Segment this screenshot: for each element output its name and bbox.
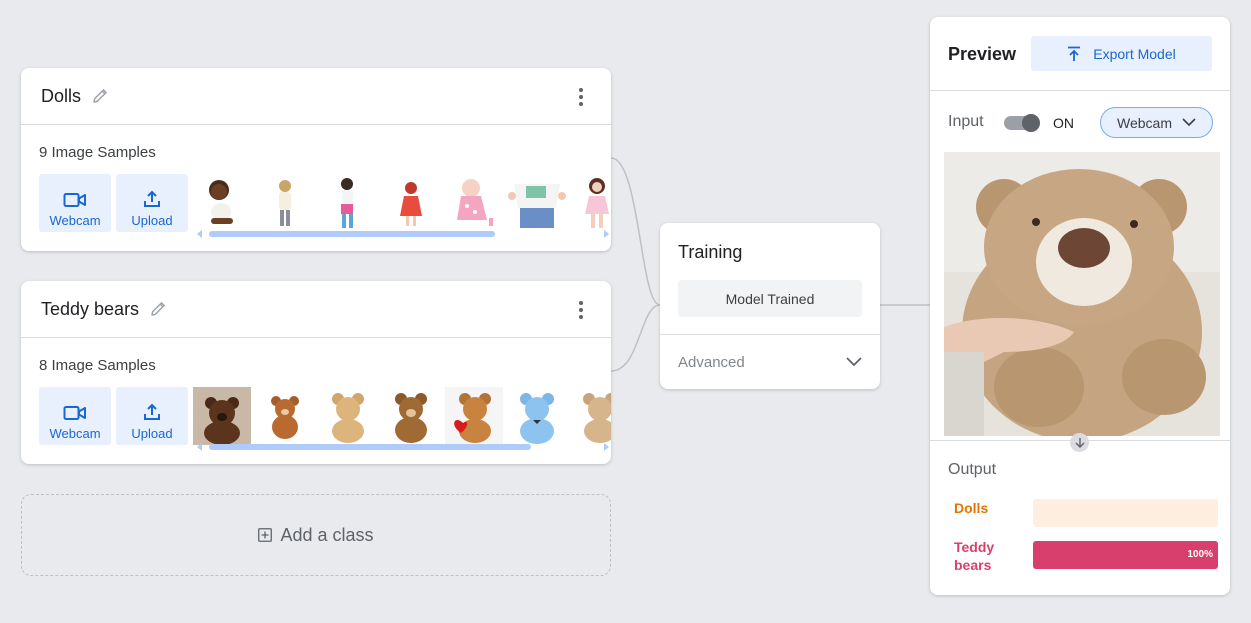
chevron-down-icon — [846, 357, 862, 367]
scrollbar-thumb[interactable] — [209, 231, 495, 237]
more-vert-icon[interactable] — [573, 301, 589, 319]
training-card: Training Model Trained Advanced — [660, 223, 880, 389]
sample-thumb[interactable] — [256, 387, 314, 445]
output-label: Output — [948, 461, 997, 478]
class-card-dolls: Dolls 9 Image Samples Webcam Upload — [21, 68, 611, 251]
thumbnail-scrollbar[interactable] — [197, 443, 609, 451]
sample-thumb[interactable] — [193, 387, 251, 445]
divider — [660, 334, 880, 335]
sample-thumb[interactable] — [445, 174, 503, 232]
samples-count: 9 Image Samples — [39, 144, 156, 161]
confidence-percent: 100% — [1187, 549, 1213, 560]
sample-thumbnails — [193, 387, 611, 445]
add-class-label: Add a class — [280, 524, 374, 545]
more-vert-icon[interactable] — [573, 88, 589, 106]
webcam-label: Webcam — [49, 213, 101, 228]
webcam-preview — [944, 152, 1220, 436]
export-icon — [1068, 46, 1081, 61]
class-name[interactable]: Teddy bears — [41, 299, 139, 320]
input-source-label: Webcam — [1117, 114, 1172, 131]
confidence-bar — [1033, 499, 1218, 527]
class-card-teddy-bears: Teddy bears 8 Image Samples Webcam Uploa… — [21, 281, 611, 464]
preview-panel: Preview Export Model Input ON Webcam Out… — [930, 17, 1230, 595]
thumbnail-scrollbar[interactable] — [197, 230, 609, 238]
webcam-button[interactable]: Webcam — [39, 387, 111, 445]
toggle-state-label: ON — [1053, 115, 1074, 131]
preview-title: Preview — [948, 44, 1017, 64]
sample-thumb[interactable] — [445, 387, 503, 445]
output-class-name: Dolls — [954, 500, 989, 516]
webcam-button[interactable]: Webcam — [39, 174, 111, 232]
scrollbar-thumb[interactable] — [209, 444, 531, 450]
divider — [930, 90, 1230, 91]
upload-label: Upload — [131, 213, 173, 228]
sample-thumb[interactable] — [382, 174, 440, 232]
sample-thumb[interactable] — [508, 174, 566, 232]
export-model-button[interactable]: Export Model — [1031, 36, 1212, 71]
webcam-label: Webcam — [49, 426, 101, 441]
upload-icon — [144, 190, 160, 207]
input-source-select[interactable]: Webcam — [1100, 107, 1213, 138]
add-box-icon — [258, 528, 273, 542]
sample-thumb[interactable] — [319, 387, 377, 445]
chevron-down-icon — [1182, 118, 1196, 127]
advanced-label: Advanced — [678, 353, 745, 371]
upload-button[interactable]: Upload — [116, 174, 188, 232]
class-header: Teddy bears — [21, 281, 611, 338]
sample-thumb[interactable] — [508, 387, 566, 445]
samples-count: 8 Image Samples — [39, 357, 156, 374]
sample-thumb[interactable] — [571, 174, 611, 232]
upload-button[interactable]: Upload — [116, 387, 188, 445]
confidence-bar: 100% — [1033, 541, 1218, 569]
videocam-icon — [63, 193, 86, 207]
sample-thumb[interactable] — [193, 174, 251, 232]
output-row-teddy-bears: Teddy bears 100% — [954, 538, 1218, 574]
add-class-button[interactable]: Add a class — [21, 494, 611, 576]
output-row-dolls: Dolls — [954, 499, 1218, 527]
train-model-button[interactable]: Model Trained — [678, 280, 862, 317]
sample-thumbnails — [193, 174, 611, 232]
pencil-icon[interactable] — [149, 300, 167, 318]
class-header: Dolls — [21, 68, 611, 125]
arrow-down-icon — [1070, 433, 1089, 452]
training-title: Training — [678, 242, 743, 262]
input-toggle[interactable] — [1004, 114, 1040, 132]
pencil-icon[interactable] — [91, 87, 109, 105]
output-class-name: Teddy bears — [954, 539, 995, 573]
sample-thumb[interactable] — [256, 174, 314, 232]
sample-thumb[interactable] — [571, 387, 611, 445]
export-model-label: Export Model — [1093, 45, 1176, 62]
sample-thumb[interactable] — [382, 387, 440, 445]
class-name[interactable]: Dolls — [41, 86, 81, 107]
sample-thumb[interactable] — [319, 174, 377, 232]
input-label: Input — [948, 113, 984, 130]
upload-icon — [144, 403, 160, 420]
advanced-toggle[interactable]: Advanced — [678, 347, 862, 377]
upload-label: Upload — [131, 426, 173, 441]
videocam-icon — [63, 406, 86, 420]
